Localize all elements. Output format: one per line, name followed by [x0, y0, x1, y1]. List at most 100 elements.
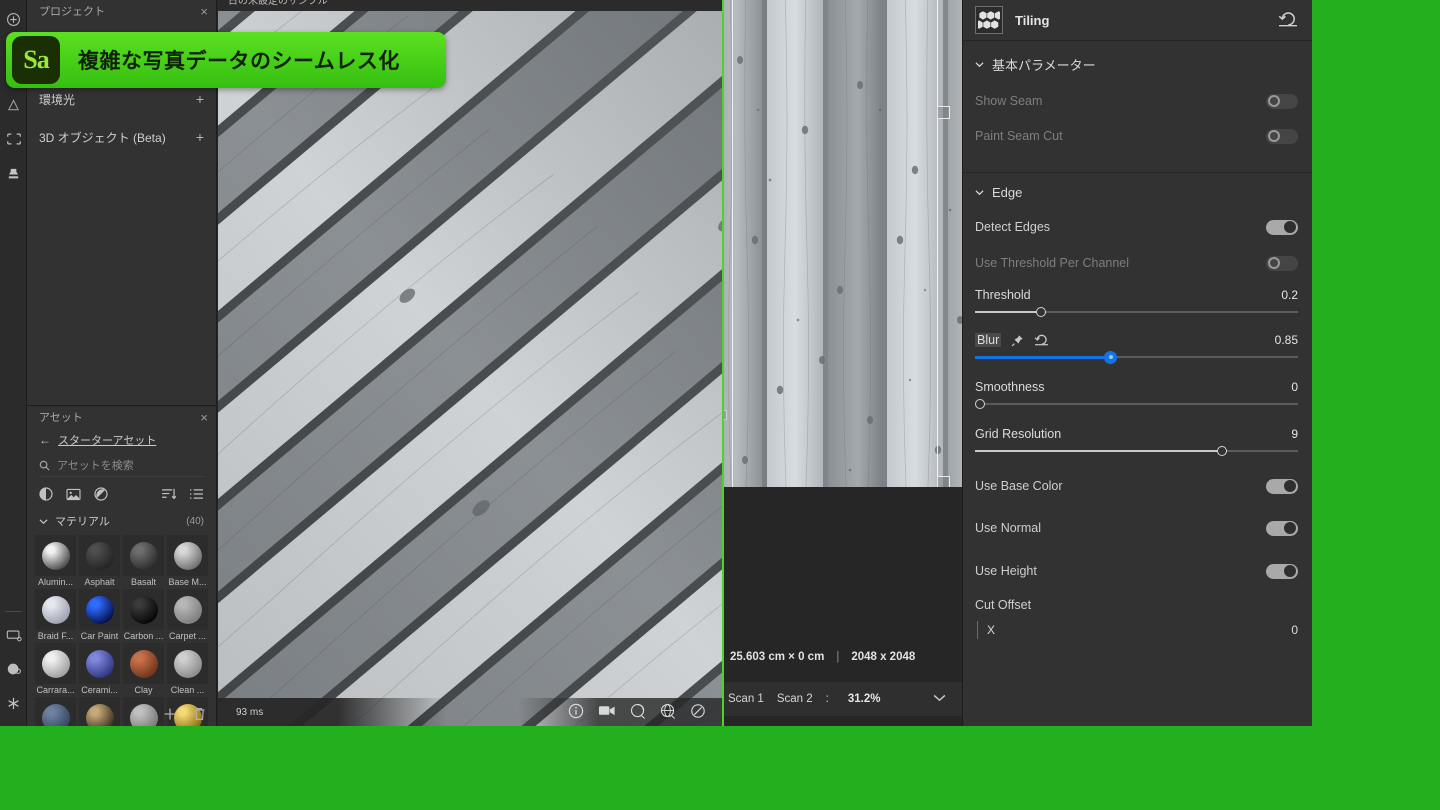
grid-resolution-slider-track[interactable] [975, 446, 1298, 456]
breadcrumb-label[interactable]: スターターアセット [58, 432, 156, 448]
edge-group-label: Edge [992, 185, 1023, 200]
add-asset-icon[interactable] [163, 707, 177, 724]
asset-breadcrumb[interactable]: ← スターターアセット [27, 428, 216, 454]
blur-reset-icon[interactable] [1034, 334, 1049, 346]
material-label: Basalt [130, 577, 156, 587]
viewport-tabbar: 日の米設定のサンプル [218, 0, 722, 11]
use-base-color-toggle[interactable] [1266, 478, 1298, 494]
scan-tab-1[interactable]: Scan 1 [728, 693, 764, 705]
add-3d-object-icon[interactable]: + [196, 129, 204, 145]
half-sphere-icon[interactable] [94, 487, 108, 504]
material-cell[interactable]: Braid F... [35, 589, 76, 641]
material-cell[interactable]: Cerami... [79, 643, 120, 695]
material-cell[interactable]: Carpet ... [167, 589, 208, 641]
material-cell[interactable]: Base M... [167, 535, 208, 587]
material-cell[interactable]: Carrara... [35, 643, 76, 695]
tile-handle-bottom-right[interactable] [937, 476, 950, 487]
asterisk-icon[interactable] [0, 686, 27, 720]
material-cell[interactable]: Clay [123, 643, 164, 695]
smoothness-slider-track[interactable] [975, 399, 1298, 409]
use-normal-toggle[interactable] [1266, 520, 1298, 536]
app-root: プロジェクト × 環境光 + 3D オブジェクト (Beta) + アセット ×… [0, 0, 1440, 810]
properties-header: Tiling [963, 0, 1312, 41]
material-sphere-preview [85, 595, 114, 624]
edge-group-header[interactable]: Edge [963, 173, 1312, 210]
material-cell[interactable]: Denim ... [35, 697, 76, 726]
project-panel-title: プロジェクト [39, 6, 105, 18]
light-tool-icon[interactable] [0, 88, 27, 122]
scan-tab-2[interactable]: Scan 2 [777, 693, 813, 705]
application-window: プロジェクト × 環境光 + 3D オブジェクト (Beta) + アセット ×… [0, 0, 1312, 726]
sort-icon[interactable] [161, 488, 177, 503]
detect-edges-toggle[interactable] [1266, 219, 1298, 235]
left-tool-rail [0, 0, 27, 726]
grid-sphere-icon[interactable] [660, 703, 676, 722]
show-seam-toggle[interactable] [1266, 93, 1298, 109]
material-cell[interactable]: Dry Lau... [79, 697, 120, 726]
material-cell[interactable]: Carbon ... [123, 589, 164, 641]
camera-icon[interactable] [598, 703, 616, 722]
shading-icon[interactable] [690, 703, 706, 722]
tile-handle-left[interactable] [724, 410, 727, 420]
3d-viewport[interactable]: 日の米設定のサンプル 93 ms [218, 0, 722, 726]
image-icon[interactable] [66, 488, 81, 504]
project-row-3d-object[interactable]: 3D オブジェクト (Beta) + [27, 122, 216, 152]
render-time-label: 93 ms [236, 706, 264, 718]
crop-tool-icon[interactable] [0, 122, 27, 156]
asset-search-input[interactable]: アセットを検索 [39, 454, 204, 477]
monitor-icon[interactable] [0, 618, 27, 652]
viewport-tab-label[interactable]: 日の米設定のサンプル [218, 0, 722, 7]
rotate-icon[interactable] [630, 703, 646, 722]
material-cell[interactable]: Car Paint [79, 589, 120, 641]
sphere-icon[interactable] [0, 652, 27, 686]
tile-handle-top-right[interactable] [937, 106, 950, 119]
material-cell[interactable]: Basalt [123, 535, 164, 587]
threshold-slider-track[interactable] [975, 307, 1298, 317]
grid-resolution-label: Grid Resolution [975, 427, 1062, 441]
material-sphere-preview [41, 595, 70, 624]
row-cut-offset-x[interactable]: X 0 [963, 618, 1312, 642]
paint-seam-cut-label: Paint Seam Cut [975, 129, 1063, 143]
scan-zoom-level[interactable]: 31.2% [848, 693, 881, 705]
add-environment-icon[interactable]: + [196, 91, 204, 107]
material-cell[interactable]: Asphalt [79, 535, 120, 587]
material-cell[interactable]: Flannel... [123, 697, 164, 726]
delete-asset-icon[interactable] [193, 707, 206, 724]
tile-preview[interactable] [724, 0, 962, 487]
material-thumbnail [79, 535, 120, 576]
reset-icon[interactable] [1278, 11, 1298, 30]
project-row-environment[interactable]: 環境光 + [27, 84, 216, 114]
use-threshold-per-channel-toggle[interactable] [1266, 255, 1298, 271]
paint-seam-cut-toggle[interactable] [1266, 128, 1298, 144]
blur-slider-track[interactable] [975, 350, 1298, 364]
info-icon[interactable] [568, 703, 584, 722]
basic-parameters-group-header[interactable]: 基本パラメーター [963, 41, 1312, 84]
use-height-label: Use Height [975, 564, 1037, 578]
materials-section-header[interactable]: マテリアル (40) [27, 511, 216, 533]
back-arrow-icon[interactable]: ← [39, 433, 51, 447]
use-height-toggle[interactable] [1266, 563, 1298, 579]
add-tool-icon[interactable] [0, 2, 27, 36]
material-cell[interactable]: Alumin... [35, 535, 76, 587]
material-cell[interactable]: Clean ... [167, 643, 208, 695]
wood-plank-render [218, 0, 722, 726]
slider-smoothness: Smoothness 0 [963, 378, 1312, 409]
cut-offset-label: Cut Offset [975, 598, 1032, 612]
scan-overflow-menu-icon[interactable]: : [826, 693, 829, 705]
material-label: Carbon ... [123, 631, 164, 641]
stamp-tool-icon[interactable] [0, 156, 27, 190]
project-panel-close-icon[interactable]: × [200, 5, 208, 18]
material-thumbnail [167, 535, 208, 576]
left-rail-bottom-group [0, 607, 27, 720]
grid-resolution-value: 9 [1291, 427, 1298, 441]
material-sphere-icon[interactable] [39, 487, 53, 504]
asset-panel-close-icon[interactable]: × [200, 411, 208, 424]
scan-dimensions-bar: 25.603 cm × 0 cm | 2048 x 2048 [724, 640, 962, 674]
slider-threshold: Threshold 0.2 [963, 286, 1312, 317]
substance-sampler-logo: Sa [12, 36, 60, 84]
row-show-seam: Show Seam [963, 84, 1312, 118]
material-sphere-preview [129, 649, 158, 678]
list-view-icon[interactable] [189, 488, 204, 503]
pin-icon[interactable] [1011, 334, 1024, 347]
chevron-down-icon[interactable] [933, 693, 946, 705]
